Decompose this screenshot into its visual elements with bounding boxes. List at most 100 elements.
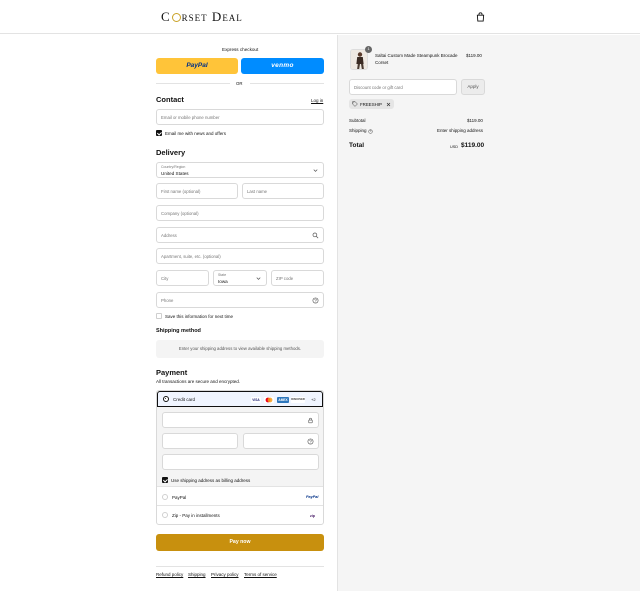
venmo-label: venmo — [271, 62, 294, 69]
visa-icon: VISA — [251, 396, 261, 403]
venmo-express-button[interactable]: venmo — [241, 58, 324, 74]
close-icon[interactable] — [386, 102, 391, 107]
apartment-placeholder: Apartment, suite, etc. (optional) — [161, 254, 221, 259]
help-icon[interactable] — [307, 438, 314, 445]
email-field[interactable]: Email or mobile phone number — [156, 109, 324, 125]
country-select[interactable]: Country/Region United States — [156, 162, 324, 178]
apartment-field[interactable]: Apartment, suite, etc. (optional) — [156, 248, 324, 264]
address-placeholder: Address — [161, 233, 177, 238]
help-icon[interactable] — [312, 297, 319, 304]
credit-card-label: Credit card — [173, 397, 196, 402]
discover-icon: DISCOVER — [291, 396, 305, 403]
paypal-label: PayPal — [186, 62, 208, 69]
mastercard-icon — [264, 396, 274, 403]
security-code-field[interactable] — [243, 433, 319, 449]
expiration-date-field[interactable] — [162, 433, 238, 449]
footer-link-shipping[interactable]: Shipping — [188, 572, 206, 577]
zip-placeholder: ZIP code — [276, 276, 294, 281]
save-info-checkbox[interactable] — [156, 313, 162, 319]
payment-options: Credit card VISA AMEX DISCOVER +2 Use sh… — [156, 390, 324, 525]
billing-address-checkbox[interactable] — [162, 477, 168, 483]
search-icon — [312, 232, 319, 239]
city-field[interactable]: City — [156, 270, 209, 286]
chevron-down-icon — [256, 277, 261, 280]
footer-divider — [156, 566, 324, 567]
brand-logo-suffix: rset Deal — [181, 9, 243, 24]
apply-label: Apply — [467, 84, 479, 89]
more-cards-count: +2 — [311, 397, 316, 402]
contact-title: Contact — [156, 95, 184, 104]
state-value: Iowa — [218, 279, 228, 284]
header: Crset Deal — [0, 0, 640, 34]
delivery-title: Delivery — [156, 148, 186, 157]
payment-subtitle: All transactions are secure and encrypte… — [156, 379, 241, 384]
brand-logo-prefix: C — [161, 9, 171, 24]
apply-discount-button[interactable]: Apply — [461, 79, 485, 95]
first-name-field[interactable]: First name (optional) — [156, 183, 238, 199]
card-number-field[interactable] — [162, 412, 319, 428]
state-select[interactable]: State Iowa — [213, 270, 267, 286]
shipping-note-text: Enter your shipping address to view avai… — [178, 346, 302, 351]
brand-logo-ring — [171, 13, 181, 22]
total-currency: USD — [450, 144, 459, 149]
newsletter-checkbox[interactable] — [156, 130, 162, 136]
last-name-placeholder: Last name — [247, 189, 268, 194]
email-placeholder: Email or mobile phone number — [161, 115, 220, 120]
last-name-field[interactable]: Last name — [242, 183, 324, 199]
footer-link-refund[interactable]: Refund policy — [156, 572, 183, 577]
paypal-radio[interactable] — [162, 494, 168, 500]
zip-field[interactable]: ZIP code — [271, 270, 324, 286]
paypal-logo: PayPal — [306, 495, 319, 499]
zip-option[interactable]: Zip - Pay in installments zip — [157, 506, 323, 524]
address-field[interactable]: Address — [156, 227, 324, 243]
express-checkout-title: Express checkout — [222, 47, 259, 52]
state-label: State — [218, 273, 227, 277]
zip-radio[interactable] — [162, 512, 168, 518]
or-label: OR — [236, 81, 243, 86]
shopping-bag-icon[interactable] — [476, 12, 485, 22]
paypal-option[interactable]: PayPal PayPal — [157, 488, 323, 506]
credit-card-option[interactable]: Credit card VISA AMEX DISCOVER +2 — [157, 391, 323, 407]
discount-tag: FREESHIP — [349, 99, 394, 109]
card-details-panel: Use shipping address as billing address — [157, 407, 323, 487]
save-info-label: Save this information for next time — [165, 314, 234, 319]
newsletter-label: Email me with news and offers — [165, 131, 226, 136]
credit-card-radio[interactable] — [163, 396, 169, 402]
order-summary-pane — [337, 35, 640, 591]
company-field[interactable]: Company (optional) — [156, 205, 324, 221]
discount-tag-label: FREESHIP — [360, 102, 382, 107]
shipping-value: Enter shipping address — [437, 128, 484, 133]
discount-placeholder: Discount code or gift card — [354, 85, 403, 90]
shipping-method-note: Enter your shipping address to view avai… — [156, 340, 324, 358]
shipping-label: Shipping — [349, 128, 367, 133]
or-divider-right — [250, 83, 324, 84]
country-value: United States — [161, 171, 189, 176]
footer-link-privacy[interactable]: Privacy policy — [211, 572, 239, 577]
brand-logo[interactable]: Crset Deal — [161, 9, 243, 25]
product-price: $119.00 — [466, 53, 482, 58]
subtotal-value: $119.00 — [467, 118, 483, 123]
city-placeholder: City — [161, 276, 169, 281]
phone-placeholder: Phone — [161, 298, 174, 303]
discount-code-field[interactable]: Discount code or gift card — [349, 79, 457, 95]
amex-icon: AMEX — [277, 396, 289, 403]
payment-title: Payment — [156, 368, 188, 377]
footer-link-terms[interactable]: Terms of service — [244, 572, 277, 577]
chevron-down-icon — [313, 169, 318, 172]
phone-field[interactable]: Phone — [156, 292, 324, 308]
subtotal-label: Subtotal — [349, 118, 366, 123]
shipping-method-title: Shipping method — [156, 328, 201, 334]
name-on-card-field[interactable] — [162, 454, 319, 470]
billing-address-label: Use shipping address as billing address — [171, 478, 251, 483]
tag-icon — [352, 101, 358, 107]
paypal-express-button[interactable]: PayPal — [156, 58, 238, 74]
total-value: $119.00 — [461, 142, 485, 149]
pay-now-label: Pay now — [229, 539, 251, 545]
login-link[interactable]: Log in — [311, 98, 323, 103]
first-name-placeholder: First name (optional) — [161, 189, 201, 194]
company-placeholder: Company (optional) — [161, 211, 199, 216]
or-divider-left — [156, 83, 230, 84]
pay-now-button[interactable]: Pay now — [156, 534, 324, 551]
zip-option-label: Zip - Pay in installments — [172, 513, 220, 518]
help-icon[interactable] — [368, 128, 373, 134]
